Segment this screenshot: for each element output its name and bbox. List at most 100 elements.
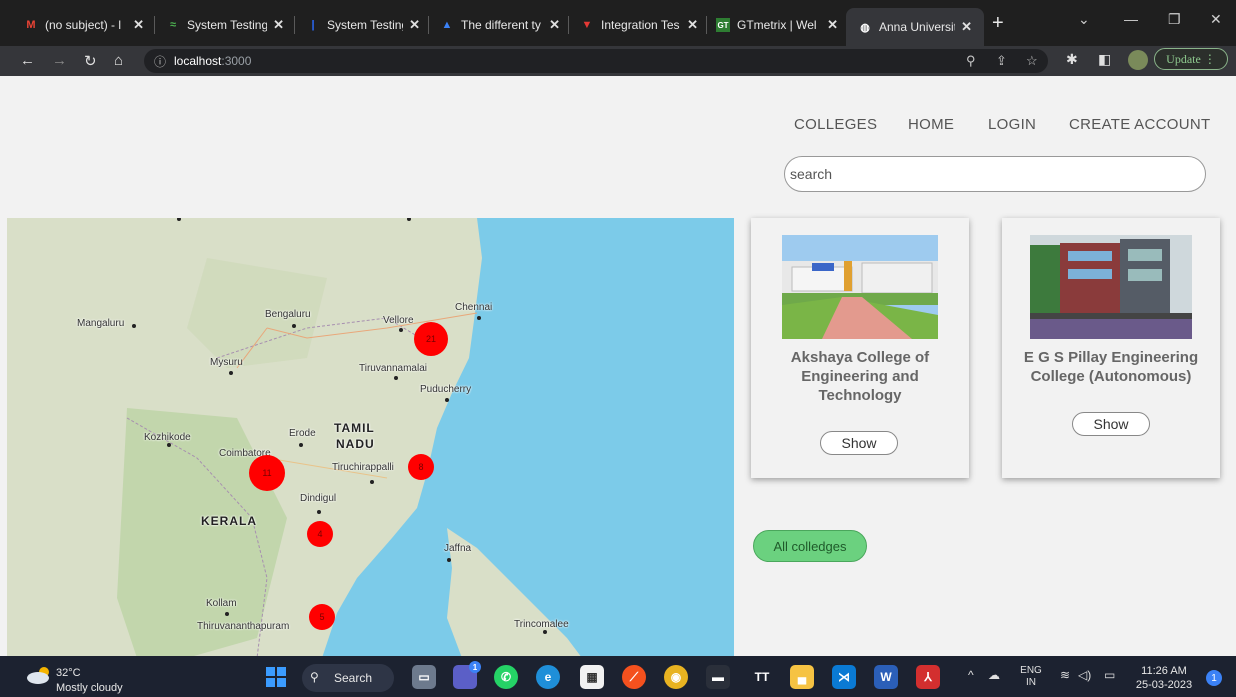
show-button[interactable]: Show: [820, 431, 898, 455]
side-panel-icon[interactable]: ◧: [1098, 51, 1111, 68]
close-icon[interactable]: ✕: [687, 17, 698, 33]
task-view-icon[interactable]: ▭: [412, 665, 436, 689]
windows-start-icon[interactable]: [264, 665, 288, 689]
map-cluster-marker[interactable]: 21: [414, 322, 448, 356]
map-point: [399, 328, 403, 332]
language-indicator[interactable]: ENG IN: [1018, 665, 1044, 689]
tray-chevron-icon[interactable]: ^: [968, 668, 974, 682]
star-icon[interactable]: ☆: [1026, 53, 1038, 69]
nav-colleges[interactable]: COLLEGES: [794, 116, 877, 133]
tab-integration-testing[interactable]: ▼ Integration Tes ✕: [580, 12, 698, 38]
vscode-icon[interactable]: ⋊: [832, 665, 856, 689]
browser-tab-bar: M (no subject) - l ✕ ≈ System Testing ✕ …: [0, 0, 1236, 46]
taskbar-search[interactable]: ⚲ Search: [302, 664, 394, 692]
store-icon[interactable]: ▦: [580, 665, 604, 689]
map-label: Tiruchirappalli: [332, 462, 394, 473]
clock-date: 25-03-2023: [1135, 679, 1193, 691]
tab-title: System Testing: [187, 18, 268, 32]
close-icon[interactable]: ✕: [409, 17, 420, 33]
tab-anna-university[interactable]: ◍ Anna Universit ✕: [846, 8, 984, 46]
zoom-icon[interactable]: ⚲: [966, 53, 976, 69]
map-cluster-marker[interactable]: 5: [309, 604, 335, 630]
map-point: [132, 324, 136, 328]
region-text: IN: [1026, 677, 1036, 688]
chrome-icon[interactable]: ◉: [664, 665, 688, 689]
college-map[interactable]: Chennai Mangaluru Bengaluru Vellore Mysu…: [7, 218, 734, 656]
tab-different-types[interactable]: ▲ The different ty ✕: [440, 12, 560, 38]
map-label: Bengaluru: [265, 309, 311, 320]
map-point: [317, 510, 321, 514]
tab-gmail[interactable]: M (no subject) - l ✕: [24, 12, 144, 38]
minimize-icon[interactable]: —: [1124, 11, 1138, 27]
profile-avatar[interactable]: [1128, 50, 1148, 70]
acrobat-icon[interactable]: ⅄: [916, 665, 940, 689]
new-tab-button[interactable]: +: [992, 12, 1004, 35]
map-point: [447, 558, 451, 562]
map-label: KERALA: [201, 514, 257, 528]
close-icon[interactable]: ✕: [549, 17, 560, 33]
file-explorer-icon[interactable]: ▄: [790, 665, 814, 689]
tab-site-icon: |: [311, 19, 315, 31]
url-host: localhost: [174, 54, 222, 68]
info-icon[interactable]: ⓘ: [154, 53, 166, 70]
close-window-icon[interactable]: ✕: [1210, 11, 1222, 28]
tab-system-testing-2[interactable]: | System Testing ✕: [306, 12, 420, 38]
update-button[interactable]: Update ⋮: [1154, 48, 1228, 70]
weather-cloud-icon[interactable]: [26, 666, 52, 684]
college-name: Akshaya College of Engineering and Techn…: [790, 349, 930, 404]
back-icon[interactable]: ←: [20, 52, 35, 69]
map-point: [167, 443, 171, 447]
word-icon[interactable]: W: [874, 665, 898, 689]
college-photo: [782, 235, 938, 339]
show-button[interactable]: Show: [1072, 412, 1150, 436]
map-label: Puducherry: [420, 384, 472, 395]
tab-system-testing-1[interactable]: ≈ System Testing ✕: [166, 12, 284, 38]
edge-icon[interactable]: e: [536, 665, 560, 689]
close-icon[interactable]: ✕: [961, 19, 972, 35]
close-icon[interactable]: ✕: [827, 17, 838, 33]
extensions-icon[interactable]: ✱: [1066, 51, 1078, 68]
close-icon[interactable]: ✕: [133, 17, 144, 33]
teams-chat-icon[interactable]: 1: [453, 661, 481, 689]
close-icon[interactable]: ✕: [273, 17, 284, 33]
tab-gtmetrix[interactable]: GT GTmetrix | Wel ✕: [716, 12, 838, 38]
tab-site-icon: ▲: [441, 19, 453, 31]
onedrive-icon[interactable]: ☁: [988, 668, 1000, 682]
system-clock[interactable]: 11:26 AM 25-03-2023: [1134, 664, 1194, 692]
terminal-icon[interactable]: ▬: [706, 665, 730, 689]
map-label: Kollam: [206, 598, 237, 609]
tab-title: (no subject) - l: [45, 18, 122, 32]
map-point: [477, 316, 481, 320]
home-icon[interactable]: ⌂: [114, 52, 123, 69]
wifi-icon[interactable]: ≋: [1060, 668, 1070, 682]
tab-site-icon: ▼: [581, 19, 593, 31]
map-point: [445, 398, 449, 402]
map-point: [394, 376, 398, 380]
brave-icon[interactable]: ⟋: [622, 665, 646, 689]
reload-icon[interactable]: ↻: [84, 52, 97, 70]
map-cluster-marker[interactable]: 4: [307, 521, 333, 547]
nav-create-account[interactable]: CREATE ACCOUNT: [1069, 116, 1210, 133]
college-card: E G S Pillay Engineering College (Autono…: [1002, 218, 1220, 478]
chevron-down-icon[interactable]: ⌄: [1078, 11, 1090, 28]
vscode-app-icon[interactable]: TT: [750, 665, 774, 689]
nav-login[interactable]: LOGIN: [988, 116, 1036, 133]
share-icon[interactable]: ⇪: [996, 53, 1007, 69]
map-cluster-marker[interactable]: 11: [249, 455, 285, 491]
url-text: localhost:3000: [174, 54, 251, 68]
volume-icon[interactable]: ◁): [1078, 668, 1091, 682]
address-bar[interactable]: ⓘ localhost:3000 ⚲ ⇪ ☆: [144, 49, 1048, 73]
battery-icon[interactable]: ▭: [1104, 668, 1115, 682]
map-label: Kozhikode: [144, 432, 191, 443]
map-cluster-marker[interactable]: 8: [408, 454, 434, 480]
restore-icon[interactable]: ❐: [1168, 11, 1181, 28]
nav-home[interactable]: HOME: [908, 116, 954, 133]
search-input[interactable]: [784, 156, 1206, 192]
tab-title: Integration Tes: [601, 18, 680, 32]
all-colleges-button[interactable]: All colledges: [753, 530, 867, 562]
forward-icon[interactable]: →: [52, 52, 67, 69]
notification-badge[interactable]: 1: [1206, 670, 1222, 686]
whatsapp-icon[interactable]: ✆: [494, 665, 518, 689]
windows-taskbar: [0, 656, 1236, 697]
map-point: [229, 371, 233, 375]
